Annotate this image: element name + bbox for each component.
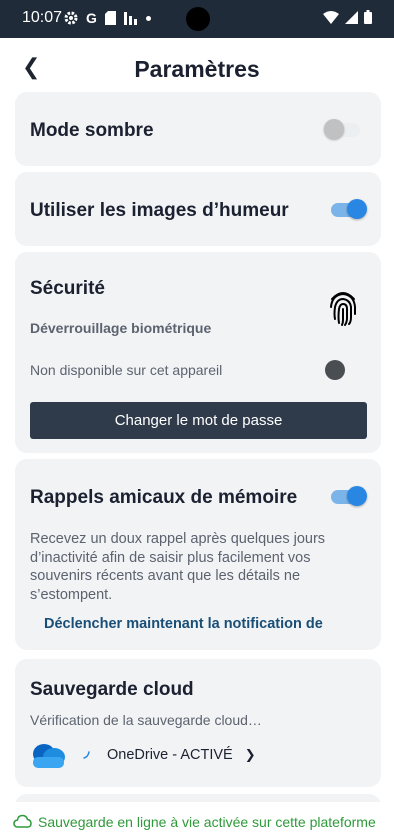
loading-spinner-icon (83, 751, 90, 759)
footer-banner: Sauvegarde en ligne à vie activée sur ce… (0, 802, 394, 835)
dark-mode-label: Mode sombre (30, 120, 154, 141)
reminders-title: Rappels amicaux de mémoire (30, 487, 298, 508)
trigger-notification-link[interactable]: Déclencher maintenant la notification de (44, 616, 323, 632)
signal-icon (345, 10, 358, 24)
sd-card-icon (104, 11, 116, 25)
reminders-card: Rappels amicaux de mémoire Recevez un do… (15, 459, 381, 650)
onedrive-status: OneDrive - ACTIVÉ (107, 747, 233, 763)
reminders-description: Recevez un doux rappel après quelques jo… (30, 531, 326, 603)
cloud-backup-status: Vérification de la sauvegarde cloud… (30, 712, 262, 728)
fingerprint-icon (330, 292, 356, 326)
security-card: Sécurité Déverrouillage biométrique Non … (15, 252, 381, 453)
chart-icon (123, 11, 137, 25)
app-header: ❮ Paramètres (0, 38, 394, 92)
cloud-backup-card: Sauvegarde cloud Vérification de la sauv… (15, 659, 381, 787)
wifi-icon (323, 10, 339, 24)
reminders-toggle[interactable] (331, 486, 367, 506)
camera-cutout (186, 7, 210, 31)
dark-mode-card: Mode sombre (15, 92, 381, 166)
status-bar: 10:07 G (0, 0, 394, 38)
biometric-unavailable-text: Non disponible sur cet appareil (30, 362, 223, 378)
status-time: 10:07 (22, 9, 63, 26)
biometric-toggle[interactable] (325, 360, 345, 380)
cloud-backup-title: Sauvegarde cloud (30, 679, 194, 700)
dot-icon (145, 15, 151, 21)
gear-icon (64, 11, 78, 25)
change-password-button[interactable]: Changer le mot de passe (30, 402, 367, 439)
footer-text: Sauvegarde en ligne à vie activée sur ce… (38, 814, 376, 830)
mood-images-toggle[interactable] (331, 199, 367, 219)
battery-icon (364, 10, 372, 24)
google-icon: G (86, 10, 97, 26)
biometric-label: Déverrouillage biométrique (30, 320, 212, 336)
onedrive-icon (33, 744, 65, 768)
security-title: Sécurité (30, 278, 105, 299)
onedrive-provider-row[interactable]: OneDrive - ACTIVÉ ❯ (107, 747, 256, 763)
dark-mode-toggle[interactable] (324, 119, 360, 139)
mood-images-card: Utiliser les images d’humeur (15, 172, 381, 246)
mood-images-label: Utiliser les images d’humeur (30, 200, 289, 221)
page-title: Paramètres (134, 56, 260, 82)
cloud-icon (13, 814, 32, 828)
chevron-right-icon: ❯ (244, 747, 256, 762)
